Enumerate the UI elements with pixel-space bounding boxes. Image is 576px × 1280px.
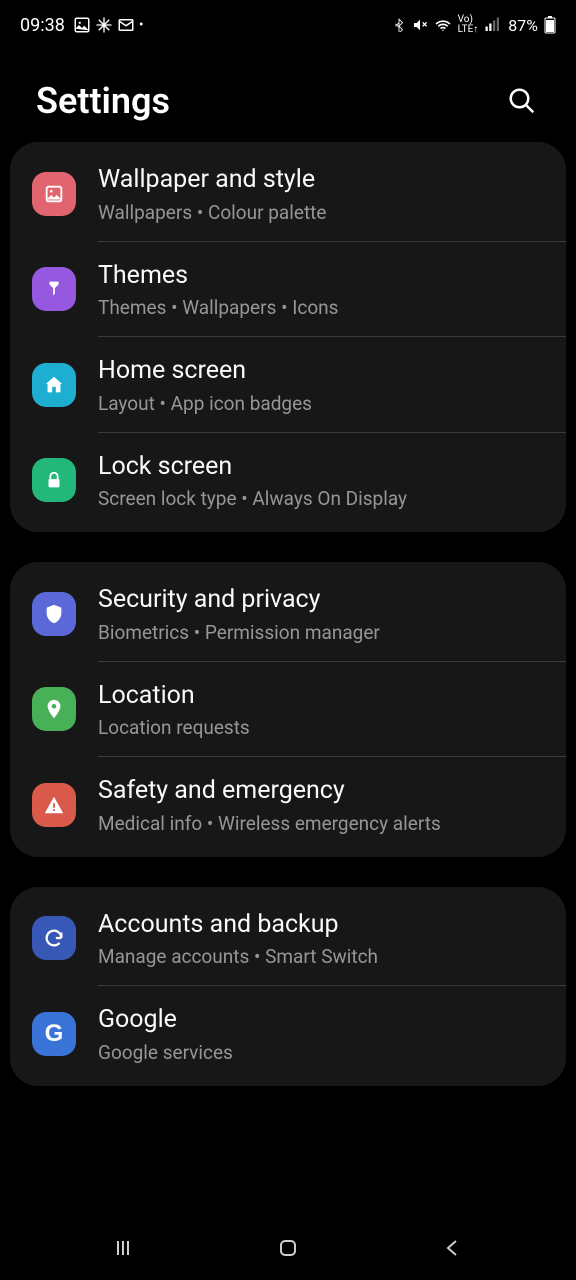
dot-icon: • — [139, 17, 144, 33]
item-subtitle: Medical info • Wireless emergency alerts — [98, 812, 544, 835]
status-notif-icons: • — [73, 16, 144, 34]
recents-icon — [111, 1236, 135, 1260]
item-subtitle: Layout • App icon badges — [98, 392, 544, 415]
item-title: Safety and emergency — [98, 775, 544, 808]
item-subtitle: Location requests — [98, 716, 544, 739]
item-subtitle: Wallpapers • Colour palette — [98, 201, 544, 224]
shield-icon — [32, 592, 76, 636]
signal-icon — [484, 16, 502, 34]
home-nav-icon — [276, 1236, 300, 1260]
lock-icon — [32, 458, 76, 502]
header: Settings — [0, 50, 576, 142]
home-icon — [32, 363, 76, 407]
status-right: Vo)LTE↑ 87% — [392, 15, 556, 35]
item-title: Home screen — [98, 355, 544, 388]
status-bar: 09:38 • Vo)LTE↑ 87% — [0, 0, 576, 50]
status-left: 09:38 • — [20, 15, 144, 36]
page-title: Settings — [36, 80, 170, 122]
settings-group-accounts: Accounts and backup Manage accounts • Sm… — [10, 887, 566, 1086]
status-time: 09:38 — [20, 15, 65, 36]
item-safety-emergency[interactable]: Safety and emergency Medical info • Wire… — [10, 757, 566, 853]
settings-list: Wallpaper and style Wallpapers • Colour … — [0, 142, 576, 1086]
wallpaper-icon — [32, 172, 76, 216]
gmail-icon — [117, 16, 135, 34]
item-title: Lock screen — [98, 451, 544, 484]
item-title: Location — [98, 680, 544, 713]
battery-icon — [544, 16, 556, 34]
volte-icon: Vo)LTE↑ — [458, 15, 479, 35]
mute-icon — [412, 17, 428, 33]
image-icon — [73, 16, 91, 34]
navigation-bar — [0, 1216, 576, 1280]
battery-percent: 87% — [508, 16, 538, 35]
item-google[interactable]: G Google Google services — [10, 986, 566, 1082]
item-subtitle: Manage accounts • Smart Switch — [98, 945, 544, 968]
item-title: Security and privacy — [98, 584, 544, 617]
item-title: Accounts and backup — [98, 909, 544, 942]
wifi-icon — [434, 16, 452, 34]
item-location[interactable]: Location Location requests — [10, 662, 566, 758]
themes-icon — [32, 267, 76, 311]
google-icon: G — [32, 1012, 76, 1056]
item-security-privacy[interactable]: Security and privacy Biometrics • Permis… — [10, 566, 566, 662]
emergency-icon — [32, 783, 76, 827]
item-title: Themes — [98, 260, 544, 293]
location-icon — [32, 687, 76, 731]
search-icon — [507, 86, 537, 116]
home-button[interactable] — [258, 1228, 318, 1268]
settings-group-display: Wallpaper and style Wallpapers • Colour … — [10, 142, 566, 532]
recents-button[interactable] — [93, 1228, 153, 1268]
item-lock-screen[interactable]: Lock screen Screen lock type • Always On… — [10, 433, 566, 529]
item-wallpaper-style[interactable]: Wallpaper and style Wallpapers • Colour … — [10, 146, 566, 242]
item-themes[interactable]: Themes Themes • Wallpapers • Icons — [10, 242, 566, 338]
item-title: Google — [98, 1004, 544, 1037]
item-subtitle: Themes • Wallpapers • Icons — [98, 296, 544, 319]
bluetooth-icon — [392, 18, 406, 32]
snowflake-icon — [95, 16, 113, 34]
back-icon — [441, 1236, 465, 1260]
item-subtitle: Screen lock type • Always On Display — [98, 487, 544, 510]
item-subtitle: Google services — [98, 1041, 544, 1064]
item-title: Wallpaper and style — [98, 164, 544, 197]
search-button[interactable] — [504, 83, 540, 119]
back-button[interactable] — [423, 1228, 483, 1268]
sync-icon — [32, 916, 76, 960]
item-subtitle: Biometrics • Permission manager — [98, 621, 544, 644]
item-home-screen[interactable]: Home screen Layout • App icon badges — [10, 337, 566, 433]
item-accounts-backup[interactable]: Accounts and backup Manage accounts • Sm… — [10, 891, 566, 987]
settings-group-security: Security and privacy Biometrics • Permis… — [10, 562, 566, 857]
